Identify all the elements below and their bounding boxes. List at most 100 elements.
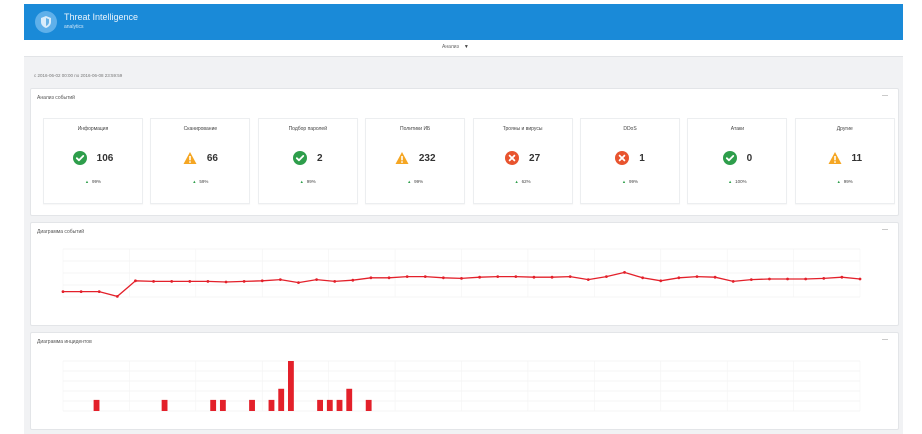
data-point (641, 276, 645, 280)
data-point (659, 279, 663, 283)
warning-triangle-icon (183, 151, 197, 165)
data-point (858, 277, 862, 281)
trend-up-icon: ▲ (299, 179, 304, 184)
trend-value: 59% (199, 179, 209, 184)
error-circle-icon (615, 151, 630, 165)
data-point (441, 276, 445, 280)
stat-card[interactable]: Сканирование 66 ▲ 59% (150, 118, 251, 204)
card-value-row: 1 (581, 150, 679, 166)
stat-card[interactable]: Политики ИБ 232 ▲ 99% (365, 118, 466, 204)
card-value: 27 (529, 152, 541, 164)
card-title: DDoS (623, 126, 637, 132)
data-point (677, 276, 681, 280)
error-circle-icon (505, 151, 520, 165)
data-point (496, 275, 500, 278)
stat-card[interactable]: Другие 11 ▲ 99% (794, 118, 895, 204)
events-analysis-panel: Анализ событий — Информация 106 ▲ 99% Скан… (30, 88, 899, 216)
card-value: 66 (206, 152, 218, 164)
trend-value: 99% (91, 179, 101, 184)
data-point (840, 275, 844, 279)
trend-value: 99% (628, 179, 638, 184)
card-title: Сканирование (183, 126, 218, 132)
data-point (152, 280, 155, 283)
period-dropdown[interactable]: Анализ ▼ (442, 44, 469, 50)
card-trend: ▲ 59% (151, 179, 249, 184)
sub-navigation: Анализ ▼ (24, 40, 903, 57)
data-point (731, 280, 735, 283)
app-subtitle: analytics (64, 24, 84, 30)
data-point (188, 280, 192, 283)
card-value: 0 (746, 152, 753, 164)
card-trend: ▲ 99% (796, 179, 894, 184)
stat-card[interactable]: Подбор паролей 2 ▲ 99% (257, 118, 358, 204)
data-point (278, 278, 282, 281)
card-value-row: 27 (474, 150, 572, 166)
data-point (170, 280, 174, 283)
stat-card[interactable]: Информация 106 ▲ 99% (43, 118, 143, 204)
data-point (568, 275, 572, 278)
incidents-bar-chart (62, 360, 861, 412)
card-value-row: 232 (366, 150, 464, 166)
bar (249, 399, 255, 411)
stat-card[interactable]: Трояны и вирусы 27 ▲ 62% (472, 118, 573, 204)
card-title: Трояны и вирусы (502, 126, 543, 132)
trend-up-icon: ▲ (514, 179, 519, 184)
card-trend: ▲ 99% (366, 179, 464, 184)
data-point (804, 277, 808, 281)
data-point (260, 279, 264, 283)
check-circle-icon (72, 151, 87, 165)
bar (336, 399, 343, 411)
data-point (822, 277, 826, 280)
event-cards: Информация 106 ▲ 99% Сканирование 66 ▲ 59% П… (43, 118, 895, 205)
logo[interactable] (35, 11, 57, 33)
app-window: Threat Intelligence analytics Анализ ▼ с … (24, 4, 903, 434)
trend-value: 99% (414, 179, 424, 184)
card-title: Атаки (730, 126, 744, 132)
card-value: 106 (96, 152, 114, 164)
data-point (605, 275, 608, 278)
bar (210, 399, 217, 411)
data-point (405, 275, 409, 278)
data-point (206, 280, 210, 283)
bar (326, 399, 333, 411)
data-point (369, 276, 373, 280)
data-point (134, 279, 137, 283)
data-point (532, 275, 536, 279)
data-point (695, 275, 699, 278)
collapse-icon[interactable]: — (882, 93, 888, 99)
data-point (423, 275, 427, 278)
stat-card[interactable]: DDoS 1 ▲ 99% (580, 118, 680, 204)
trend-up-icon: ▲ (728, 179, 733, 184)
card-value: 232 (418, 152, 436, 164)
bar (346, 388, 353, 411)
bar (161, 399, 168, 411)
trend-up-icon: ▲ (85, 179, 89, 184)
bar (365, 399, 372, 411)
card-title: Подбор паролей (288, 126, 328, 132)
app-title: Threat Intelligence (64, 12, 139, 22)
card-value-row: 106 (44, 150, 142, 166)
bar (278, 388, 285, 411)
card-trend: ▲ 100% (688, 179, 786, 184)
warning-triangle-icon (395, 151, 409, 165)
data-point (242, 280, 246, 283)
card-trend: ▲ 62% (474, 179, 572, 184)
stat-card[interactable]: Атаки 0 ▲ 100% (687, 118, 788, 204)
card-trend: ▲ 99% (259, 179, 357, 184)
data-point (115, 295, 119, 298)
trend-up-icon: ▲ (836, 179, 841, 184)
warning-triangle-icon (828, 151, 842, 165)
data-point (387, 276, 391, 280)
trend-value: 100% (735, 179, 747, 184)
panel-title: Анализ событий (37, 95, 75, 101)
card-value-row: 11 (796, 150, 894, 166)
data-point (768, 277, 771, 281)
trend-value: 99% (843, 179, 853, 184)
data-point (478, 275, 482, 279)
chevron-down-icon: ▼ (463, 44, 469, 50)
bar (288, 361, 294, 411)
card-trend: ▲ 99% (581, 179, 679, 184)
card-value: 1 (639, 152, 645, 164)
bar (317, 399, 323, 411)
bar (219, 399, 226, 411)
